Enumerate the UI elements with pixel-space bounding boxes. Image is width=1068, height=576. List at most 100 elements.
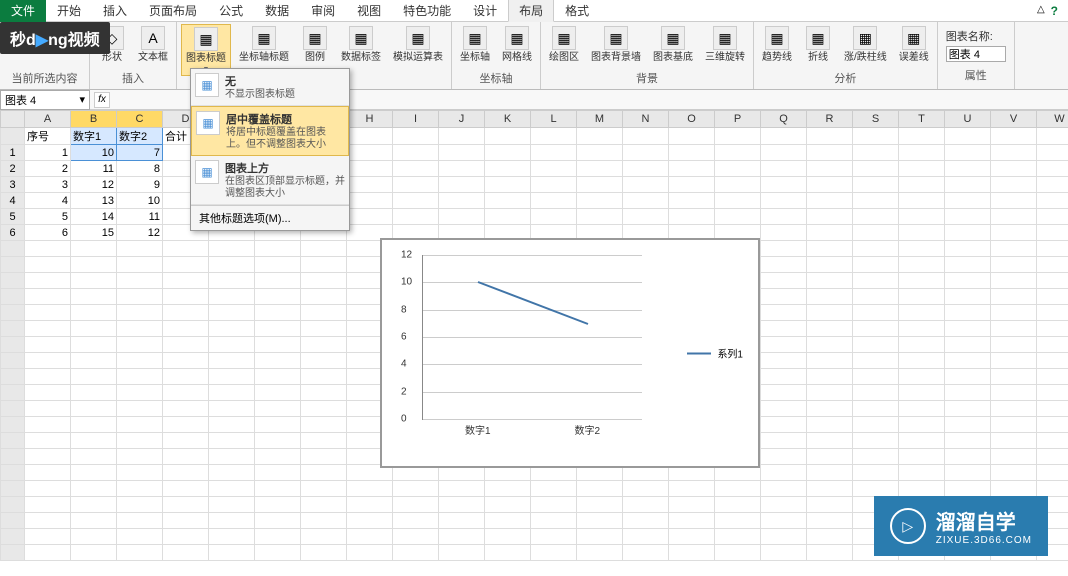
cell[interactable]: 11 bbox=[71, 161, 117, 177]
cell[interactable] bbox=[761, 289, 807, 305]
cell[interactable] bbox=[807, 417, 853, 433]
cell[interactable] bbox=[623, 177, 669, 193]
tab-format[interactable]: 格式 bbox=[554, 0, 600, 22]
cell[interactable] bbox=[255, 385, 301, 401]
cell[interactable] bbox=[853, 241, 899, 257]
cell[interactable] bbox=[25, 481, 71, 497]
cell[interactable] bbox=[71, 369, 117, 385]
cell[interactable] bbox=[1037, 337, 1068, 353]
cell[interactable] bbox=[163, 337, 209, 353]
cell[interactable] bbox=[301, 353, 347, 369]
cell[interactable] bbox=[761, 241, 807, 257]
cell[interactable] bbox=[347, 529, 393, 545]
cell[interactable] bbox=[853, 433, 899, 449]
cell[interactable]: 4 bbox=[25, 193, 71, 209]
cell[interactable] bbox=[301, 273, 347, 289]
tab-review[interactable]: 审阅 bbox=[300, 0, 346, 22]
cell[interactable] bbox=[761, 385, 807, 401]
cell[interactable] bbox=[1037, 161, 1068, 177]
cell[interactable] bbox=[393, 529, 439, 545]
cell[interactable] bbox=[991, 449, 1037, 465]
cell[interactable] bbox=[807, 401, 853, 417]
cell[interactable] bbox=[899, 241, 945, 257]
cell[interactable] bbox=[531, 161, 577, 177]
cell[interactable] bbox=[301, 241, 347, 257]
cell[interactable] bbox=[25, 465, 71, 481]
cell[interactable] bbox=[761, 465, 807, 481]
cell[interactable] bbox=[1037, 369, 1068, 385]
cell[interactable] bbox=[209, 417, 255, 433]
cell[interactable] bbox=[117, 385, 163, 401]
cell[interactable] bbox=[899, 257, 945, 273]
cell[interactable] bbox=[301, 449, 347, 465]
cell[interactable] bbox=[669, 193, 715, 209]
cell[interactable] bbox=[71, 529, 117, 545]
cell[interactable] bbox=[393, 497, 439, 513]
cell[interactable] bbox=[945, 449, 991, 465]
cell[interactable] bbox=[761, 337, 807, 353]
col-K[interactable]: K bbox=[485, 111, 531, 128]
row-hdr[interactable] bbox=[1, 401, 25, 417]
cell[interactable] bbox=[623, 513, 669, 529]
cell[interactable] bbox=[899, 193, 945, 209]
cell[interactable] bbox=[761, 321, 807, 337]
cell[interactable] bbox=[393, 161, 439, 177]
cell[interactable] bbox=[807, 449, 853, 465]
cell[interactable] bbox=[347, 161, 393, 177]
cell[interactable] bbox=[209, 273, 255, 289]
col-J[interactable]: J bbox=[439, 111, 485, 128]
cell[interactable] bbox=[1037, 417, 1068, 433]
cell[interactable] bbox=[393, 545, 439, 561]
ribbon-errorbars[interactable]: ▦误差线 bbox=[895, 24, 933, 65]
cell[interactable]: 10 bbox=[117, 193, 163, 209]
cell[interactable] bbox=[71, 465, 117, 481]
cell[interactable] bbox=[945, 433, 991, 449]
cell[interactable] bbox=[163, 513, 209, 529]
cell[interactable] bbox=[853, 257, 899, 273]
cell[interactable] bbox=[899, 273, 945, 289]
cell[interactable]: 2 bbox=[25, 161, 71, 177]
cell[interactable] bbox=[255, 401, 301, 417]
ribbon-textbox[interactable]: A文本框 bbox=[134, 24, 172, 65]
cell[interactable] bbox=[945, 225, 991, 241]
cell[interactable] bbox=[991, 193, 1037, 209]
cell[interactable] bbox=[163, 305, 209, 321]
row-hdr[interactable] bbox=[1, 545, 25, 561]
cell[interactable] bbox=[577, 545, 623, 561]
cell[interactable] bbox=[807, 497, 853, 513]
tab-special[interactable]: 特色功能 bbox=[392, 0, 462, 22]
cell[interactable] bbox=[117, 305, 163, 321]
ribbon-data-labels[interactable]: ▦数据标签 bbox=[337, 24, 385, 65]
cell[interactable] bbox=[991, 321, 1037, 337]
cell[interactable] bbox=[485, 177, 531, 193]
cell[interactable] bbox=[899, 128, 945, 145]
cell[interactable] bbox=[1037, 145, 1068, 161]
cell[interactable] bbox=[209, 449, 255, 465]
cell[interactable] bbox=[945, 289, 991, 305]
row-hdr[interactable] bbox=[1, 337, 25, 353]
cell[interactable] bbox=[531, 481, 577, 497]
cell[interactable] bbox=[853, 193, 899, 209]
cell[interactable] bbox=[945, 481, 991, 497]
row-hdr[interactable] bbox=[1, 128, 25, 145]
cell[interactable] bbox=[991, 273, 1037, 289]
cell[interactable] bbox=[991, 417, 1037, 433]
cell[interactable] bbox=[301, 337, 347, 353]
col-A[interactable]: A bbox=[25, 111, 71, 128]
cell[interactable] bbox=[25, 513, 71, 529]
cell[interactable] bbox=[991, 128, 1037, 145]
cell[interactable] bbox=[807, 193, 853, 209]
tab-data[interactable]: 数据 bbox=[254, 0, 300, 22]
cell[interactable]: 数字2 bbox=[117, 128, 163, 145]
cell[interactable] bbox=[209, 497, 255, 513]
row-hdr[interactable] bbox=[1, 241, 25, 257]
cell[interactable] bbox=[209, 241, 255, 257]
cell[interactable] bbox=[669, 529, 715, 545]
cell[interactable] bbox=[485, 545, 531, 561]
cell[interactable] bbox=[347, 177, 393, 193]
cell[interactable] bbox=[807, 225, 853, 241]
cell[interactable] bbox=[71, 545, 117, 561]
cell[interactable] bbox=[991, 241, 1037, 257]
cell[interactable] bbox=[761, 353, 807, 369]
ribbon-axes[interactable]: ▦坐标轴 bbox=[456, 24, 494, 65]
